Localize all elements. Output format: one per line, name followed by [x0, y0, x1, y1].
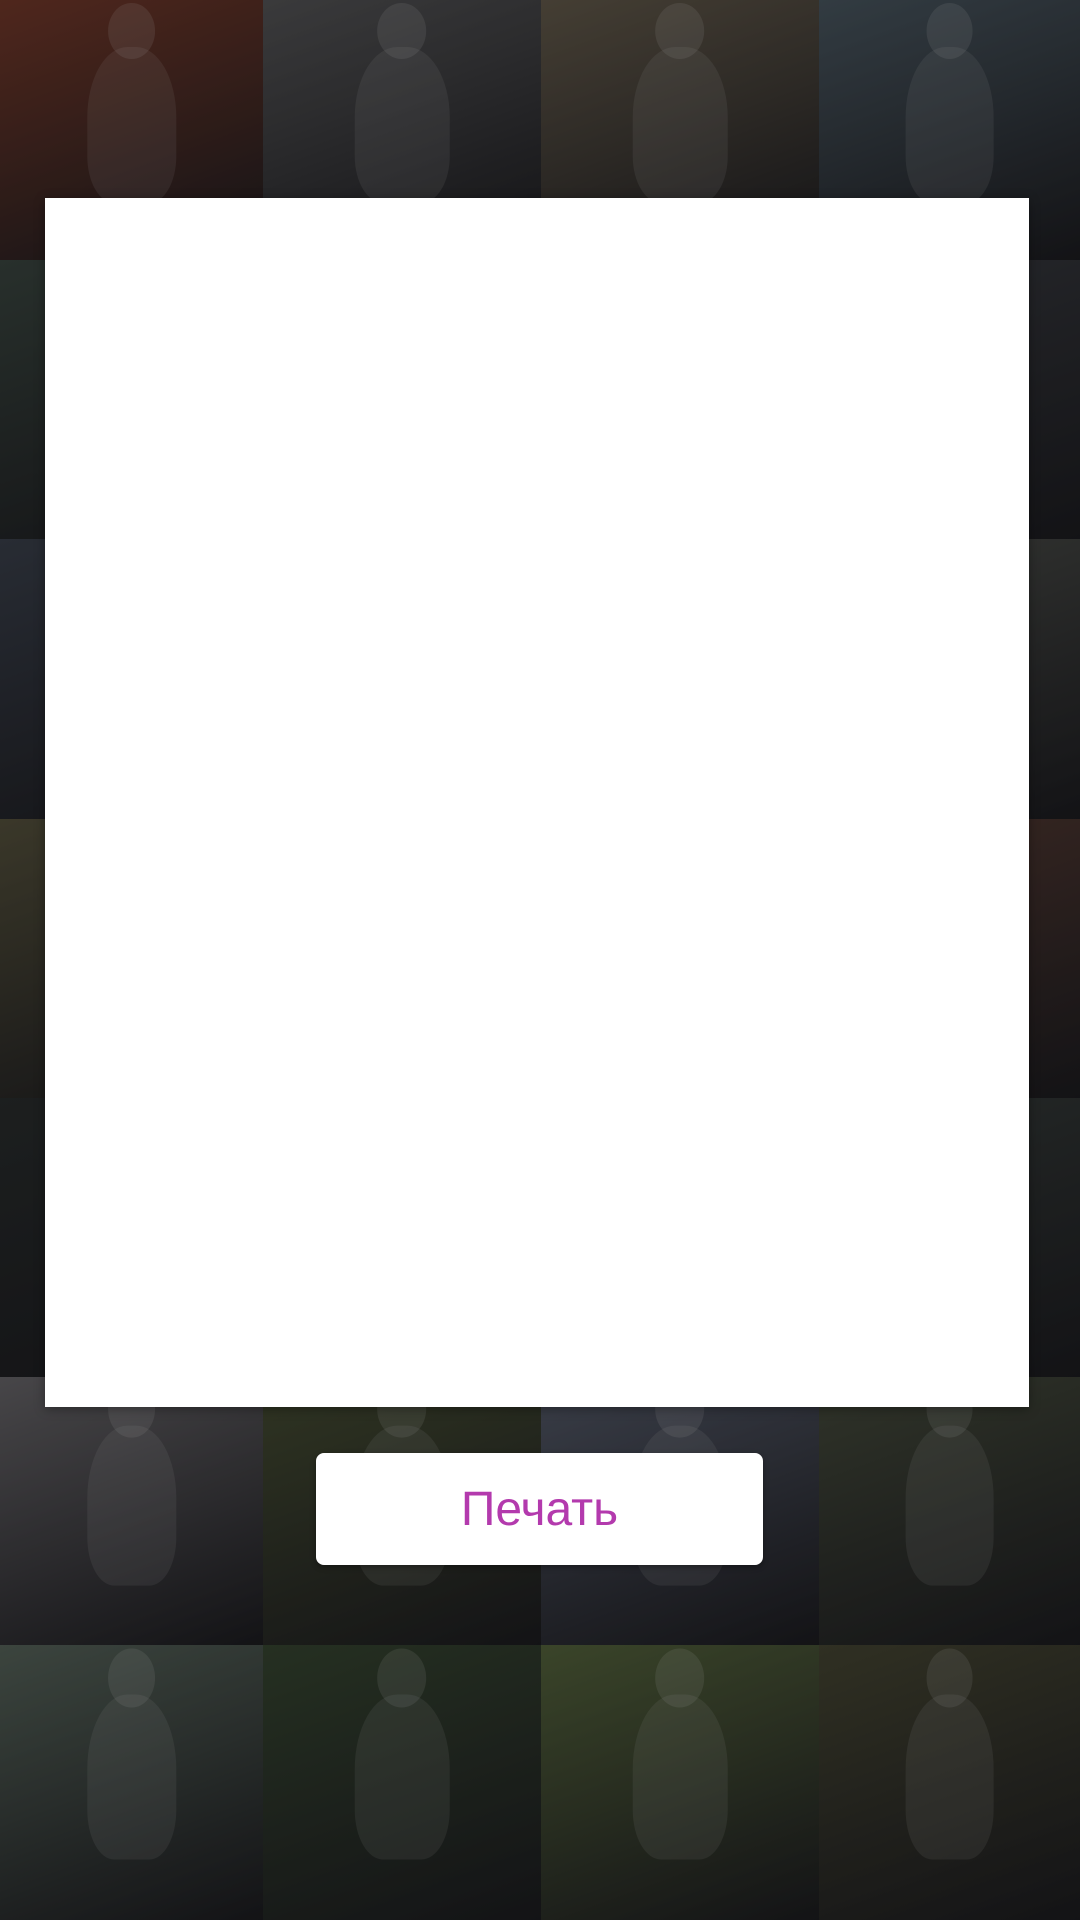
print-preview-sheet — [45, 198, 1029, 1407]
print-button[interactable]: Печать — [316, 1453, 763, 1565]
